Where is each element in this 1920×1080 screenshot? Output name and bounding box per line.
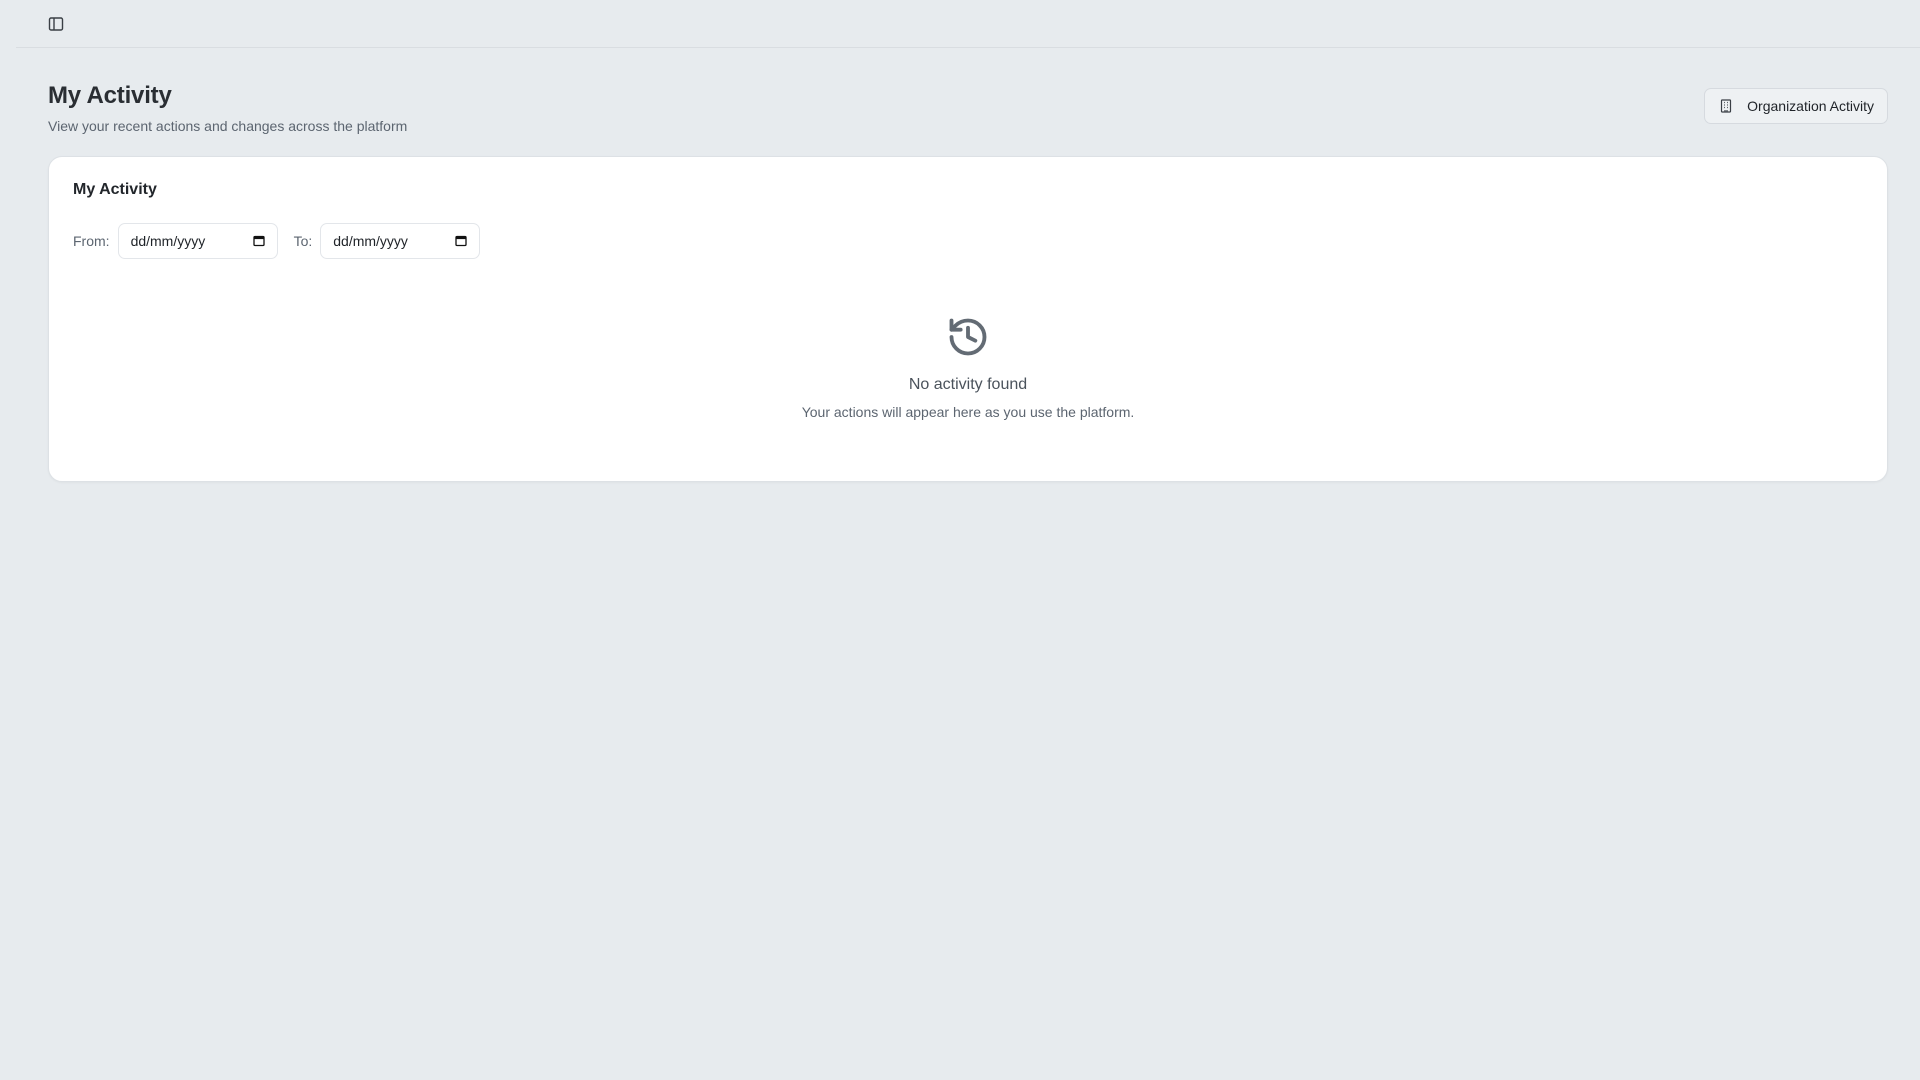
page-header: My Activity View your recent actions and… [48,82,407,134]
top-bar [16,0,1920,48]
page-title: My Activity [48,82,172,109]
history-icon [949,318,987,356]
from-date-input[interactable]: dd/mm/yyyy [117,223,278,259]
to-label: To: [293,233,313,249]
building-icon [1721,99,1732,113]
calendar-icon[interactable] [455,235,467,247]
empty-state: No activity found Your actions will appe… [49,315,1887,420]
page-subtitle: View your recent actions and changes acr… [48,118,408,134]
sidebar-panel-icon [48,17,64,31]
empty-state-message: Your actions will appear here as you use… [801,404,1135,420]
to-date-input[interactable]: dd/mm/yyyy [320,223,481,259]
from-label: From: [73,233,110,249]
organization-activity-button[interactable]: Organization Activity [1704,88,1888,124]
date-filters: From: dd/mm/yyyy To: dd/mm/yyyy [73,223,481,259]
card-title: My Activity [73,181,157,198]
organization-activity-label: Organization Activity [1747,98,1874,114]
sidebar-toggle-button[interactable] [40,8,72,40]
from-date-value: dd/mm/yyyy [130,233,206,249]
to-date-value: dd/mm/yyyy [333,233,408,249]
calendar-icon[interactable] [252,235,265,247]
activity-card: My Activity From: dd/mm/yyyy To: dd/mm/y… [48,156,1888,482]
empty-state-title: No activity found [908,376,1028,393]
